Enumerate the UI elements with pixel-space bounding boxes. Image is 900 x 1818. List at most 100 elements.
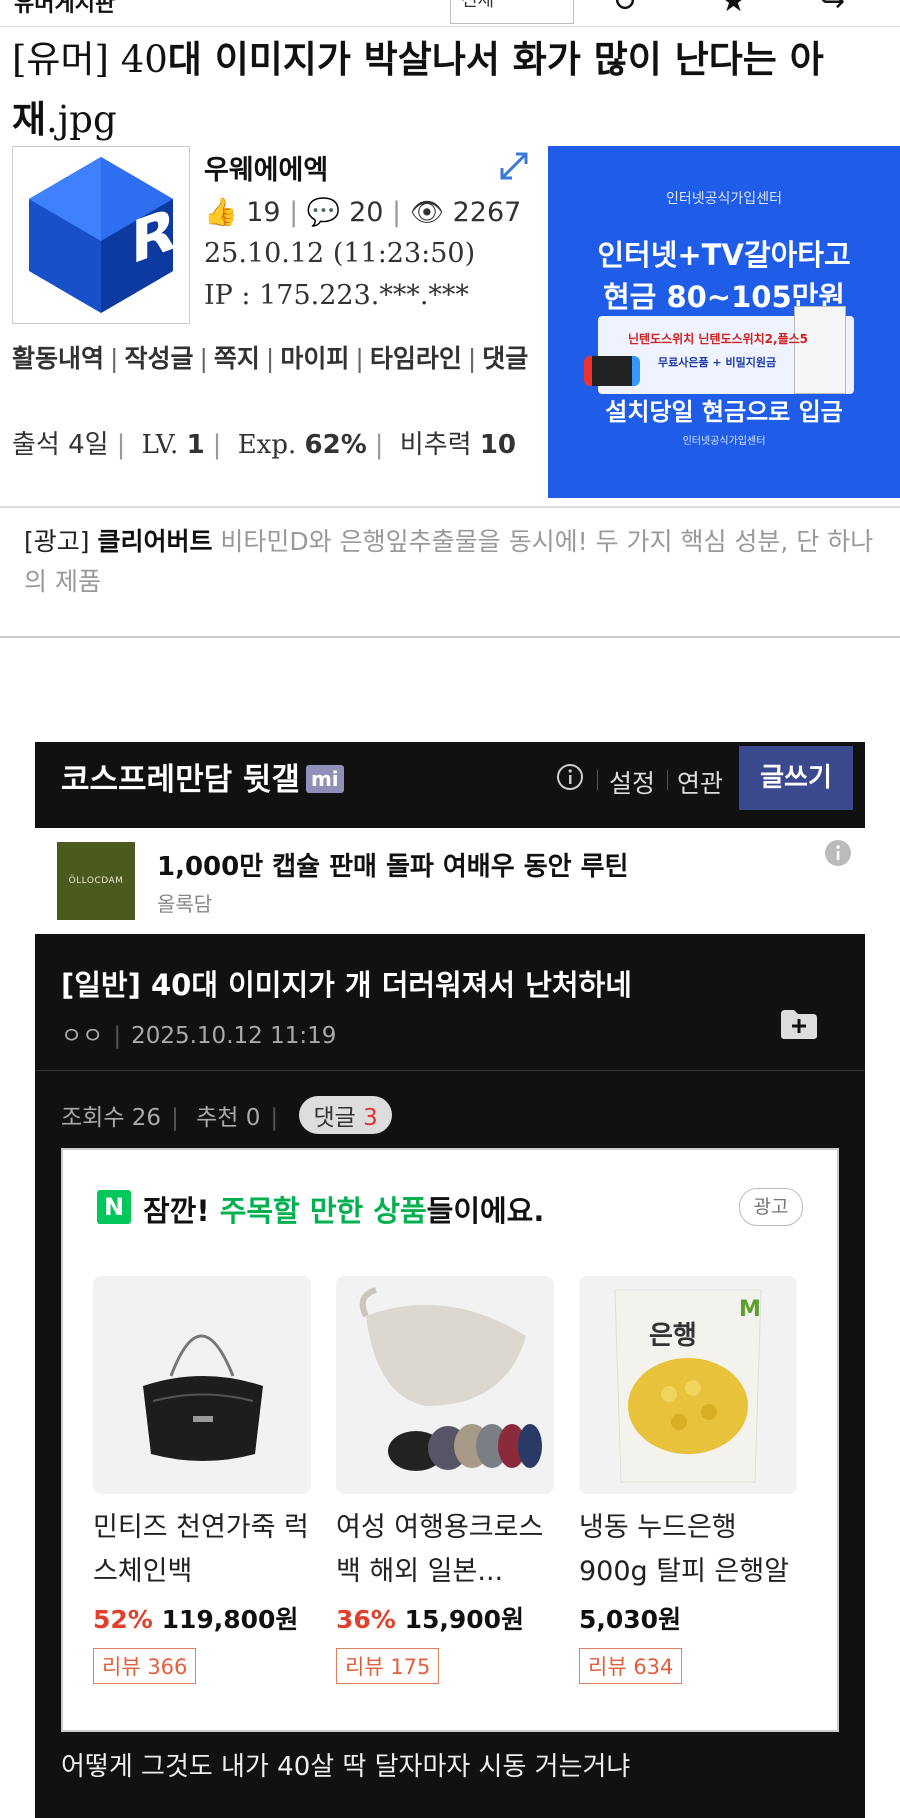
post-title: [유머] 40대 이미지가 박살나서 화가 많이 난다는 아재.jpg	[12, 30, 832, 150]
post-title-ext: .jpg	[46, 98, 117, 141]
ad-brand-logo: ÖLLOCDAM	[57, 842, 135, 920]
product-price: 52% 119,800원	[93, 1600, 311, 1636]
author-ip: IP : 175.223.***.***	[204, 280, 469, 311]
article-title-text: 40대 이미지가 개 더러워져서 난처하네	[140, 968, 632, 1002]
banner-box-text-1: 닌텐도스위치 닌텐도스위치2,플스5	[628, 332, 808, 346]
share-icon[interactable]: ↪	[820, 0, 845, 19]
price-value: 5,030원	[579, 1605, 682, 1634]
banner-small-text: 인터넷공식가입센터	[682, 436, 766, 447]
post-date: 25.10.12 (11:23:50)	[204, 238, 476, 269]
minor-gallery-badge: mi	[305, 765, 344, 793]
review-count: 리뷰 366	[93, 1648, 197, 1684]
top-bar: 유머게시판 전체 ↻ ★ ↪	[0, 0, 900, 27]
board-breadcrumb[interactable]: 유머게시판	[14, 0, 115, 18]
info-icon[interactable]	[555, 762, 585, 792]
eye-icon: 👁	[409, 197, 445, 228]
thumbs-up-icon: 👍	[204, 197, 238, 228]
link-timeline[interactable]: 타임라인	[370, 344, 462, 373]
embedded-post-screenshot: 코스프레만담 뒷갤 mi 설정 연관 글쓰기 ÖLLOCDAM 1,000만 캡슐…	[35, 742, 865, 1818]
author-activity-links: 활동내역 | 작성글 | 쪽지 | 마이피 | 타임라인 | 댓글	[12, 344, 529, 373]
link-posts[interactable]: 작성글	[124, 344, 193, 373]
star-icon[interactable]: ★	[720, 0, 747, 19]
ad-tag: [광고]	[24, 527, 90, 556]
game-console-image	[584, 356, 640, 386]
product-name: 냉동 누드은행 900g 탈피 은행알	[579, 1512, 790, 1587]
gallery-settings-link[interactable]: 설정	[609, 764, 655, 800]
review-count: 리뷰 175	[336, 1648, 440, 1684]
ad-info-icon[interactable]	[823, 838, 853, 868]
article-body-text: 어떻게 그것도 내가 40살 딱 달자마자 시동 거는거냐	[61, 1752, 631, 1782]
svg-text:은행: 은행	[649, 1321, 697, 1351]
board-filter-select[interactable]: 전체	[450, 0, 574, 24]
views-value: 26	[131, 1105, 162, 1131]
nonrec-value: 10	[479, 430, 516, 460]
comment-icon: 💬	[306, 197, 341, 228]
article-meta: ㅇㅇ | 2025.10.12 11:19	[61, 1023, 337, 1049]
link-activity[interactable]: 활동내역	[12, 344, 104, 373]
link-message[interactable]: 쪽지	[214, 344, 260, 373]
discount-percent: 52%	[93, 1605, 153, 1634]
banner-headline-2: 현금 80~105만원	[602, 280, 845, 314]
banner-box-text-2: 무료사은품 + 비밀지원금	[658, 356, 777, 369]
ad-brand: 클리어버트	[97, 527, 213, 556]
divider	[0, 636, 900, 638]
board-filter-value: 전체	[461, 0, 495, 11]
banner-headline-1: 인터넷+TV갈아타고	[597, 238, 851, 272]
ad-label-badge[interactable]: 광고	[739, 1188, 803, 1226]
post-title-num: 40	[108, 38, 168, 81]
separator	[597, 770, 598, 790]
banner-product-box: 닌텐도스위치 닌텐도스위치2,플스5 무료사은품 + 비밀지원금	[584, 306, 854, 394]
rec-label: 추천	[196, 1105, 239, 1131]
author-levels: 출석 4일 | LV. 1 | Exp. 62% | 비추력 10	[12, 430, 516, 460]
product-image-crossbag	[336, 1276, 554, 1494]
link-mypi[interactable]: 마이피	[280, 344, 349, 373]
author-stats: 👍 19 | 💬 20 | 👁 2267	[204, 197, 522, 228]
sponsored-banner[interactable]: ÖLLOCDAM 1,000만 캡슐 판매 돌파 여배우 동안 루틴 올록담	[35, 828, 865, 934]
separator	[667, 770, 668, 790]
product-price: 5,030원	[579, 1600, 797, 1636]
article-author[interactable]: ㅇㅇ	[61, 1023, 103, 1049]
attendance: 출석 4일	[12, 430, 109, 460]
gallery-related-link[interactable]: 연관	[677, 764, 723, 800]
banner-top-text: 인터넷공식가입센터	[666, 191, 782, 207]
gallery-name-text: 코스프레만담 뒷갤	[61, 762, 300, 798]
avatar[interactable]: R	[12, 146, 190, 324]
banner-bottom-text: 설치당일 현금으로 입금	[605, 398, 843, 426]
comment-count: 20	[349, 197, 384, 228]
view-count: 2267	[452, 197, 522, 228]
product-price: 36% 15,900원	[336, 1600, 554, 1636]
level-value: 1	[186, 430, 205, 460]
product-recommendation-ad: N 잠깐! 주목할 만한 상품들이에요. 광고 민티즈 천연가죽 럭스체인백 5…	[61, 1148, 839, 1732]
article-datetime: 2025.10.12 11:19	[131, 1023, 337, 1049]
nonrec-label: 비추력	[399, 430, 472, 460]
author-nickname[interactable]: 우웨에에엑	[204, 148, 328, 187]
banner-ad[interactable]: 인터넷공식가입센터 인터넷+TV갈아타고 현금 80~105만원 닌텐도스위치 …	[548, 146, 900, 498]
post-title-tag: [유머]	[12, 38, 109, 81]
expand-icon[interactable]	[498, 150, 530, 182]
shop-head-b: 들이에요.	[426, 1194, 545, 1228]
gallery-name[interactable]: 코스프레만담 뒷갤 mi	[61, 756, 344, 804]
refresh-icon[interactable]: ↻	[612, 0, 637, 19]
product-name: 여성 여행용크로스백 해외 일본...	[336, 1512, 544, 1587]
shop-head-highlight: 주목할 만한 상품	[219, 1194, 427, 1228]
price-value: 15,900원	[404, 1605, 525, 1634]
views-label: 조회수	[61, 1105, 125, 1131]
price-value: 119,800원	[161, 1605, 299, 1634]
folder-add-icon[interactable]	[779, 1006, 819, 1042]
article-title: [일반] 40대 이미지가 개 더러워져서 난처하네	[61, 962, 632, 1004]
avatar-cube-logo: R	[29, 157, 176, 313]
write-post-button[interactable]: 글쓰기	[739, 746, 853, 810]
product-card[interactable]: 여성 여행용크로스백 해외 일본... 36% 15,900원 리뷰 175	[336, 1276, 554, 1684]
product-image-handbag	[93, 1276, 311, 1494]
text-ad[interactable]: [광고] 클리어버트 비타민D와 은행잎추출물을 동시에! 두 가지 핵심 성분…	[24, 522, 894, 602]
comment-count-badge[interactable]: 댓글 3	[299, 1096, 392, 1134]
rec-value: 0	[245, 1105, 261, 1131]
divider	[0, 506, 900, 508]
console-tower-image	[794, 306, 846, 394]
product-card[interactable]: 민티즈 천연가죽 럭스체인백 52% 119,800원 리뷰 366	[93, 1276, 311, 1684]
sponsored-brand: 올록담	[157, 892, 213, 916]
exp-label: Exp.	[237, 430, 297, 460]
link-comments[interactable]: 댓글	[482, 344, 528, 373]
product-card[interactable]: 은행 M 냉동 누드은행 900g 탈피 은행알 5,030원 리뷰 634	[579, 1276, 797, 1684]
article-stats: 조회수 26 | 추천 0 | 댓글 3	[61, 1096, 392, 1134]
